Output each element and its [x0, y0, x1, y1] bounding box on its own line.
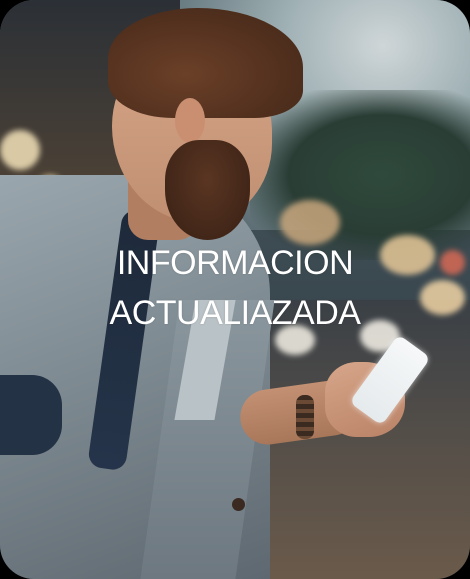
card-title-line-2: ACTUALIAZADA: [109, 294, 361, 332]
bokeh-light: [0, 130, 40, 170]
info-card[interactable]: INFORMACION ACTUALIAZADA: [0, 0, 470, 579]
ear: [175, 98, 205, 143]
elbow-patch: [0, 375, 62, 455]
background-trees: [250, 90, 470, 260]
card-title-line-1: INFORMACION: [116, 244, 354, 282]
bracelet: [296, 395, 314, 439]
jacket-button: [232, 498, 245, 511]
card-title: INFORMACION ACTUALIAZADA: [0, 238, 470, 338]
beard: [165, 140, 250, 240]
